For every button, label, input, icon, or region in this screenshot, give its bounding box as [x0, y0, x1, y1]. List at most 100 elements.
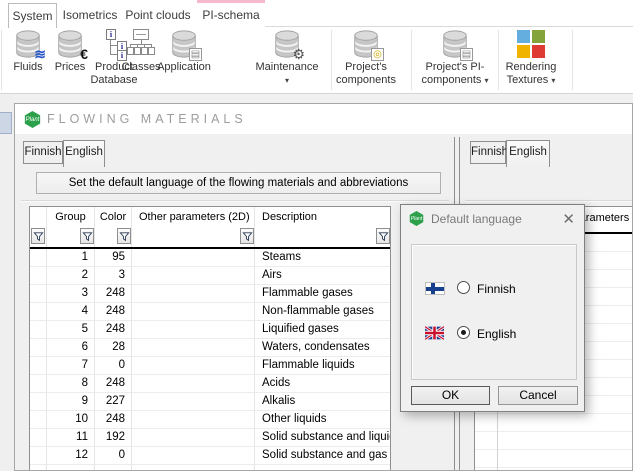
column-header-color[interactable]: Color [95, 207, 132, 227]
column-header-group[interactable]: Group [47, 207, 95, 227]
group-cell[interactable]: 4 [47, 303, 95, 321]
other-parameters-cell[interactable] [132, 249, 255, 267]
row-selector-cell[interactable] [30, 303, 47, 321]
group-cell[interactable]: 3 [47, 285, 95, 303]
other-parameters-cell[interactable] [132, 267, 255, 285]
english-radio-label[interactable]: English [477, 327, 516, 341]
color-cell[interactable]: 227 [95, 393, 132, 411]
color-cell[interactable]: 248 [95, 303, 132, 321]
description-cell[interactable]: Airs [255, 267, 390, 285]
row-selector-cell[interactable] [30, 447, 47, 465]
other-parameters-cell[interactable] [132, 411, 255, 429]
filter-button[interactable] [117, 228, 131, 244]
group-cell[interactable]: 8 [47, 375, 95, 393]
ribbon-button-maintenance[interactable]: ⚙ Maintenance ▾ [252, 29, 322, 87]
other-parameters-cell[interactable] [132, 393, 255, 411]
group-cell[interactable]: 10 [47, 411, 95, 429]
group-cell[interactable]: 11 [47, 429, 95, 447]
filter-button[interactable] [80, 228, 94, 244]
other-parameters-cell[interactable] [132, 285, 255, 303]
finnish-radio[interactable] [457, 281, 470, 294]
close-icon[interactable]: ✕ [562, 210, 575, 228]
other-parameters-cell[interactable] [132, 429, 255, 447]
english-radio[interactable] [457, 326, 470, 339]
description-cell[interactable]: Solid substance and gas [255, 447, 390, 465]
left-tab-english[interactable]: English [63, 140, 105, 167]
other-parameters-cell[interactable] [132, 357, 255, 375]
row-selector-cell[interactable] [30, 393, 47, 411]
description-cell[interactable]: Flammable liquids [255, 357, 390, 375]
row-selector-cell[interactable] [30, 249, 47, 267]
row-selector-cell[interactable] [30, 429, 47, 447]
table-row[interactable]: 7 0 Flammable liquids [30, 357, 390, 375]
color-cell[interactable]: 28 [95, 339, 132, 357]
description-cell[interactable]: Waters, condensates [255, 339, 390, 357]
ribbon-tab-point-clouds[interactable]: Point clouds [124, 3, 192, 27]
color-cell[interactable]: 0 [95, 447, 132, 465]
color-cell[interactable]: 248 [95, 285, 132, 303]
group-cell[interactable]: 2 [47, 267, 95, 285]
description-cell[interactable]: Alkalis [255, 393, 390, 411]
table-row[interactable]: 12 0 Solid substance and gas [30, 447, 390, 465]
group-cell[interactable]: 5 [47, 321, 95, 339]
table-row[interactable]: 10 248 Other liquids [30, 411, 390, 429]
table-row[interactable]: 11 192 Solid substance and liquid [30, 429, 390, 447]
table-row[interactable]: 6 28 Waters, condensates [30, 339, 390, 357]
right-tab-finnish[interactable]: Finnish [470, 141, 506, 164]
ribbon-button-prices[interactable]: € Prices [49, 29, 91, 74]
group-cell[interactable]: 6 [47, 339, 95, 357]
other-parameters-cell[interactable] [132, 375, 255, 393]
ok-button[interactable]: OK [411, 386, 490, 405]
color-cell[interactable]: 248 [95, 375, 132, 393]
row-selector-cell[interactable] [30, 375, 47, 393]
table-row[interactable]: 1 95 Steams [30, 249, 390, 267]
right-tab-english[interactable]: English [506, 140, 550, 167]
color-cell[interactable]: 0 [95, 357, 132, 375]
group-cell[interactable]: 9 [47, 393, 95, 411]
table-row[interactable]: 9 227 Alkalis [30, 393, 390, 411]
description-cell[interactable]: Non-flammable gases [255, 303, 390, 321]
description-cell[interactable]: Acids [255, 375, 390, 393]
filter-button[interactable] [376, 228, 390, 244]
description-cell[interactable]: Steams [255, 249, 390, 267]
group-cell[interactable]: 1 [47, 249, 95, 267]
row-selector-cell[interactable] [30, 411, 47, 429]
other-parameters-cell[interactable] [132, 339, 255, 357]
color-cell[interactable]: 248 [95, 321, 132, 339]
table-row[interactable]: 8 248 Acids [30, 375, 390, 393]
row-selector-cell[interactable] [30, 339, 47, 357]
column-header-description[interactable]: Description [255, 207, 390, 227]
description-cell[interactable]: Solid substance and liquid [255, 429, 390, 447]
row-selector-cell[interactable] [30, 321, 47, 339]
description-cell[interactable]: Liquified gases [255, 321, 390, 339]
row-selector-cell[interactable] [30, 357, 47, 375]
description-cell[interactable]: Flammable gases [255, 285, 390, 303]
group-cell[interactable]: 7 [47, 357, 95, 375]
left-tab-finnish[interactable]: Finnish [23, 141, 63, 164]
set-default-language-button[interactable]: Set the default language of the flowing … [36, 172, 441, 194]
ribbon-tab-isometrics[interactable]: Isometrics [62, 3, 118, 27]
other-parameters-cell[interactable] [132, 447, 255, 465]
ribbon-button-rendering-textures[interactable]: Rendering Textures ▾ [498, 29, 564, 87]
ribbon-tab-system[interactable]: System [8, 3, 57, 28]
table-row[interactable]: 2 3 Airs [30, 267, 390, 285]
table-row-empty[interactable] [30, 465, 390, 471]
color-cell[interactable]: 95 [95, 249, 132, 267]
ribbon-button-projects-components[interactable]: ◎ Project's components [332, 29, 400, 87]
table-row[interactable]: 4 248 Non-flammable gases [30, 303, 390, 321]
group-cell[interactable]: 12 [47, 447, 95, 465]
ribbon-tab-pi-schema[interactable]: PI-schema [197, 3, 265, 27]
table-row[interactable]: 5 248 Liquified gases [30, 321, 390, 339]
window-titlebar[interactable]: Plant FLOWING MATERIALS [15, 104, 632, 134]
color-cell[interactable]: 248 [95, 411, 132, 429]
table-row[interactable]: 3 248 Flammable gases [30, 285, 390, 303]
ribbon-button-projects-pi-components[interactable]: ▤ Project's PI- components ▾ [416, 29, 494, 87]
filter-button[interactable] [31, 228, 45, 244]
row-selector-cell[interactable] [30, 285, 47, 303]
filter-button[interactable] [240, 228, 254, 244]
color-cell[interactable]: 192 [95, 429, 132, 447]
cancel-button[interactable]: Cancel [498, 386, 578, 405]
row-selector-cell[interactable] [30, 267, 47, 285]
color-cell[interactable]: 3 [95, 267, 132, 285]
other-parameters-cell[interactable] [132, 303, 255, 321]
